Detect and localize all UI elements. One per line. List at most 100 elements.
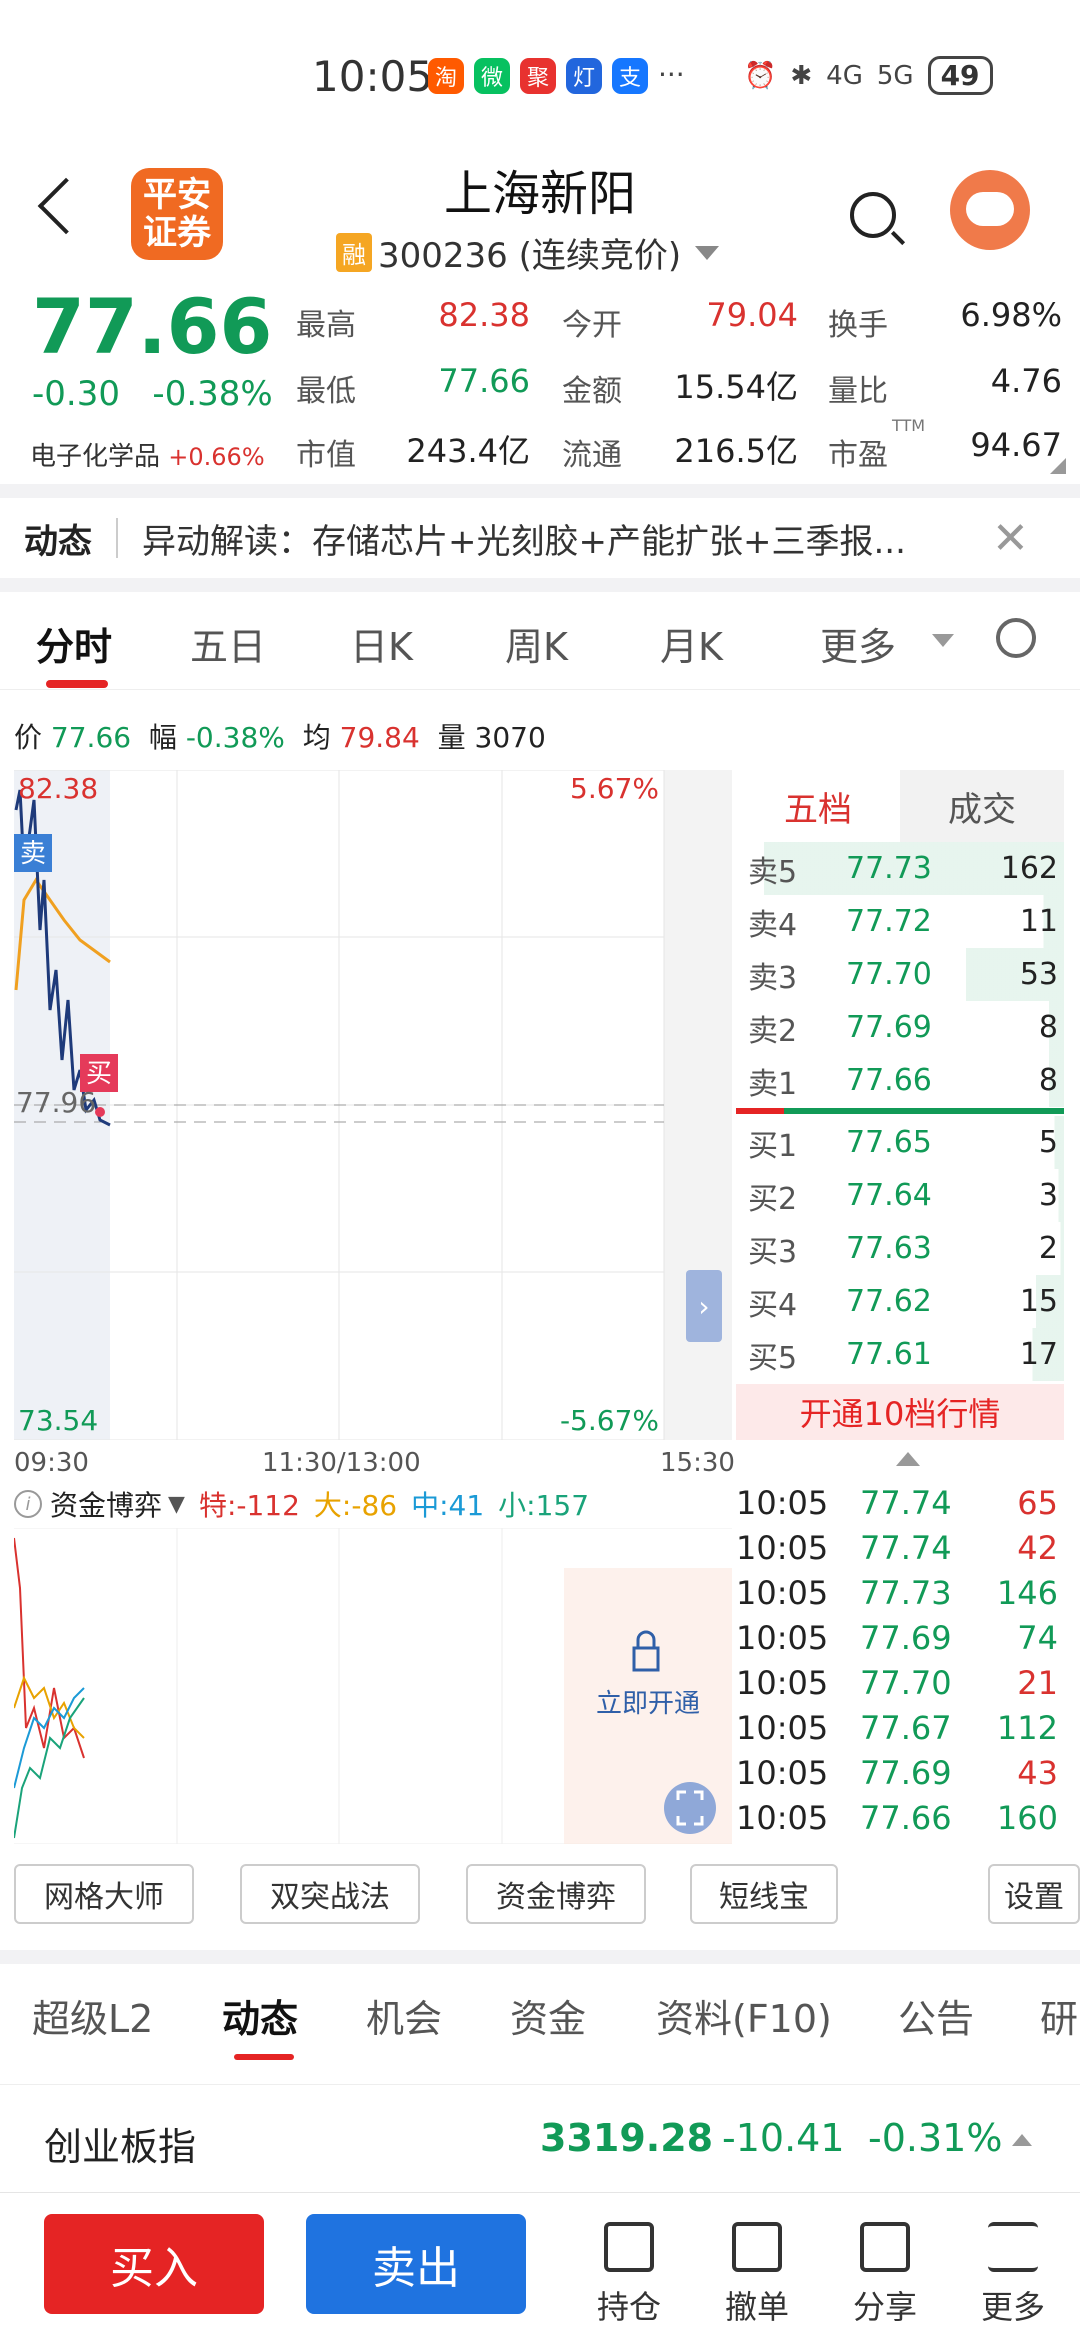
news-bar[interactable]: 动态 异动解读：存储芯片+光刻胶+产能扩张+三季报... ✕ xyxy=(0,500,1080,576)
fund-game-button[interactable]: 资金博弈 xyxy=(466,1864,646,1924)
close-icon[interactable]: ✕ xyxy=(992,513,1029,564)
tab-capital[interactable]: 资金 xyxy=(510,1988,586,2043)
cancel-order-button[interactable]: 撤单 xyxy=(702,2222,812,2328)
trade-row: 10:05 77.67 112 xyxy=(736,1705,1064,1750)
news-tag: 动态 xyxy=(24,521,92,562)
tab-more[interactable]: 更多 xyxy=(820,616,896,671)
sell-tag-text: 卖 xyxy=(20,839,46,869)
sector-name: 电子化学品 xyxy=(30,442,161,472)
trade-volume: 74 xyxy=(1017,1618,1058,1657)
tab-news[interactable]: 动态 xyxy=(222,1988,298,2043)
tab-opportunity[interactable]: 机会 xyxy=(366,1988,442,2043)
tab-trades[interactable]: 成交 xyxy=(900,770,1064,842)
avg-label: 均 xyxy=(302,721,331,754)
level-price: 77.72 xyxy=(846,904,932,939)
taobao-icon: 淘 xyxy=(428,58,464,94)
settings-button[interactable]: 设置 xyxy=(988,1864,1080,1924)
level-price: 77.64 xyxy=(846,1178,932,1213)
trade-price: 77.66 xyxy=(860,1798,952,1837)
info-subtabs: 超级L2 动态 机会 资金 资料(F10) 公告 研 xyxy=(0,1966,1080,2066)
level-volume: 17 xyxy=(1019,1337,1058,1372)
more-button[interactable]: 更多 xyxy=(958,2222,1068,2328)
ask-level-row: 卖3 77.70 53 xyxy=(736,948,1064,1001)
share-button[interactable]: 分享 xyxy=(830,2222,940,2328)
ask-levels: 卖5 77.73 162 卖4 77.72 11 卖3 77.70 53 卖2 77.69 8 卖1 77… xyxy=(736,842,1064,1107)
index-ticker[interactable]: 创业板指 3319.28 -10.41 -0.31% xyxy=(0,2090,1080,2190)
level-price: 77.70 xyxy=(846,957,932,992)
trade-time: 10:05 xyxy=(736,1753,829,1792)
bid-level-row: 买5 77.61 17 xyxy=(736,1328,1064,1381)
quote-value: 79.04 xyxy=(706,296,798,334)
short-term-button[interactable]: 短线宝 xyxy=(690,1864,838,1924)
low-label: 73.54 xyxy=(18,1404,98,1437)
quote-label: 金额 xyxy=(562,374,622,409)
avg-value: 79.84 xyxy=(339,721,420,754)
chevron-down-icon xyxy=(932,634,954,647)
chevron-down-icon[interactable]: ▼ xyxy=(168,1492,185,1517)
grid-master-button[interactable]: 网格大师 xyxy=(14,1864,194,1924)
bid-level-row: 买2 77.64 3 xyxy=(736,1169,1064,1222)
last-price: 77.66 xyxy=(32,282,273,371)
tab-intraday[interactable]: 分时 xyxy=(36,616,112,671)
trade-price: 77.74 xyxy=(860,1483,952,1522)
trade-time: 10:05 xyxy=(736,1798,829,1837)
stock-code: 300236 (连续竞价) xyxy=(378,236,682,276)
holdings-button[interactable]: 持仓 xyxy=(574,2222,684,2328)
level-price: 77.63 xyxy=(846,1231,932,1266)
trade-volume: 21 xyxy=(1017,1663,1058,1702)
sell-button[interactable]: 卖出 xyxy=(306,2214,526,2314)
intraday-chart[interactable]: 卖 买 82.38 5.67% 77.96 73.54 -5.67% › xyxy=(14,770,732,1440)
assistant-avatar[interactable] xyxy=(950,170,1030,250)
quote-label: 最低 xyxy=(296,374,356,409)
flow-small: 小:157 xyxy=(498,1489,590,1522)
level-price: 77.73 xyxy=(846,851,932,886)
level-volume: 8 xyxy=(1038,1010,1058,1045)
level-label: 买3 xyxy=(748,1234,798,1270)
tab-5day[interactable]: 五日 xyxy=(190,616,266,671)
level-volume: 2 xyxy=(1038,1231,1058,1266)
tab-weekly-k[interactable]: 周K xyxy=(505,616,568,671)
tab-announcement[interactable]: 公告 xyxy=(898,1988,974,2043)
more-notifications-icon: ··· xyxy=(658,58,685,91)
fund-flow-title[interactable]: 资金博弈 xyxy=(50,1484,162,1524)
tab-five-levels[interactable]: 五档 xyxy=(736,770,900,842)
tab-research[interactable]: 研 xyxy=(1040,1988,1078,2043)
tool-buttons: 网格大师 双突战法 资金博弈 短线宝 设置 xyxy=(14,1864,1080,1928)
status-time: 10:05 xyxy=(312,52,434,101)
flow-large: 大:-86 xyxy=(313,1489,398,1522)
level-label: 买4 xyxy=(748,1287,798,1323)
alipay-icon: 支 xyxy=(612,58,648,94)
index-name: 创业板指 xyxy=(44,2125,197,2169)
chevron-up-icon[interactable] xyxy=(896,1452,920,1466)
price-value: 77.66 xyxy=(50,721,132,754)
fund-flow-header: i 资金博弈 ▼ 特:-112 大:-86 中:41 小:157 xyxy=(14,1482,732,1526)
bid-level-row: 买4 77.62 15 xyxy=(736,1275,1064,1328)
cancel-order-label: 撤单 xyxy=(724,2288,789,2326)
level-price: 77.62 xyxy=(846,1284,932,1319)
bluetooth-icon: ✱ xyxy=(790,60,813,91)
tab-daily-k[interactable]: 日K xyxy=(350,616,413,671)
trade-row: 10:05 77.69 43 xyxy=(736,1750,1064,1795)
trade-price: 77.70 xyxy=(860,1663,952,1702)
low-pct-label: -5.67% xyxy=(560,1404,659,1437)
upgrade-10-level-button[interactable]: 开通10档行情 xyxy=(736,1384,1064,1440)
stock-code-selector[interactable]: 融 300236 (连续竞价) xyxy=(336,228,720,277)
tab-monthly-k[interactable]: 月K xyxy=(660,616,723,671)
trade-volume: 43 xyxy=(1017,1753,1058,1792)
dual-breakout-button[interactable]: 双突战法 xyxy=(240,1864,420,1924)
corner-expand-icon[interactable] xyxy=(1050,458,1066,474)
buy-button[interactable]: 买入 xyxy=(44,2214,264,2314)
holdings-icon xyxy=(604,2222,654,2272)
search-icon[interactable] xyxy=(850,192,896,238)
quote-value: 6.98% xyxy=(960,296,1062,334)
ask-level-row: 卖2 77.69 8 xyxy=(736,1001,1064,1054)
settings-gear-icon[interactable] xyxy=(996,618,1036,658)
tab-super-l2[interactable]: 超级L2 xyxy=(32,1988,153,2043)
chart-tabs: 分时 五日 日K 周K 月K 更多 xyxy=(0,594,1080,690)
tab-f10[interactable]: 资料(F10) xyxy=(656,1988,832,2043)
flow-super: 特:-112 xyxy=(198,1489,300,1522)
info-icon[interactable]: i xyxy=(14,1490,42,1518)
trade-ticks: 10:05 77.74 65 10:05 77.74 42 10:05 77.73 146 10:… xyxy=(736,1480,1064,1840)
sector-info[interactable]: 电子化学品 +0.66% xyxy=(30,436,265,473)
volume-label: 量 xyxy=(437,721,466,754)
